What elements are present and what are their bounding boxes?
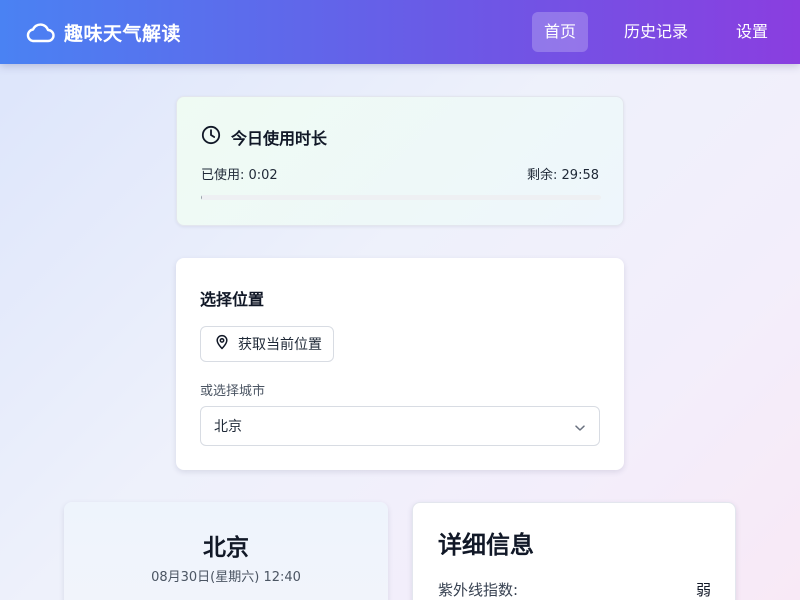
- location-card: 选择位置 获取当前位置 或选择城市 北京: [176, 258, 624, 470]
- nav-item-home[interactable]: 首页: [531, 12, 588, 52]
- city-select-value: 北京: [214, 419, 242, 435]
- chevron-down-icon: [573, 420, 587, 434]
- weather-city: 北京: [203, 535, 249, 561]
- location-title: 选择位置: [200, 290, 265, 309]
- map-pin-icon: [214, 334, 230, 354]
- usage-card: 今日使用时长 已使用: 0:02 剩余: 29:58: [176, 96, 624, 226]
- nav-item-history[interactable]: 历史记录: [612, 12, 700, 52]
- usage-header: 今日使用时长: [201, 125, 327, 149]
- brand[interactable]: 趣味天气解读: [24, 16, 181, 48]
- uv-index-value: 弱: [695, 581, 711, 599]
- usage-used-text: 已使用: 0:02: [201, 168, 278, 183]
- usage-title: 今日使用时长: [231, 129, 328, 148]
- get-location-button[interactable]: 获取当前位置: [200, 326, 334, 362]
- weather-card: 北京 08月30日(星期六) 12:40: [64, 502, 388, 600]
- usage-progress-bar: [201, 195, 601, 200]
- clock-icon: [201, 125, 221, 149]
- app-title: 趣味天气解读: [64, 22, 182, 45]
- city-select[interactable]: 北京: [200, 406, 600, 446]
- weather-datetime: 08月30日(星期六) 12:40: [151, 570, 301, 585]
- select-city-label: 或选择城市: [200, 384, 266, 399]
- usage-progress-fill: [201, 195, 202, 200]
- main-nav: 首页 历史记录 设置: [516, 12, 780, 52]
- details-title: 详细信息: [438, 531, 534, 559]
- nav-item-settings[interactable]: 设置: [724, 12, 780, 52]
- uv-index-label: 紫外线指数:: [438, 581, 519, 599]
- top-navbar: 趣味天气解读 首页 历史记录 设置: [0, 0, 800, 64]
- details-card: 详细信息 紫外线指数: 弱: [412, 502, 736, 600]
- cloud-icon: [24, 16, 56, 48]
- get-location-label: 获取当前位置: [238, 337, 322, 353]
- usage-remaining-text: 剩余: 29:58: [527, 168, 599, 183]
